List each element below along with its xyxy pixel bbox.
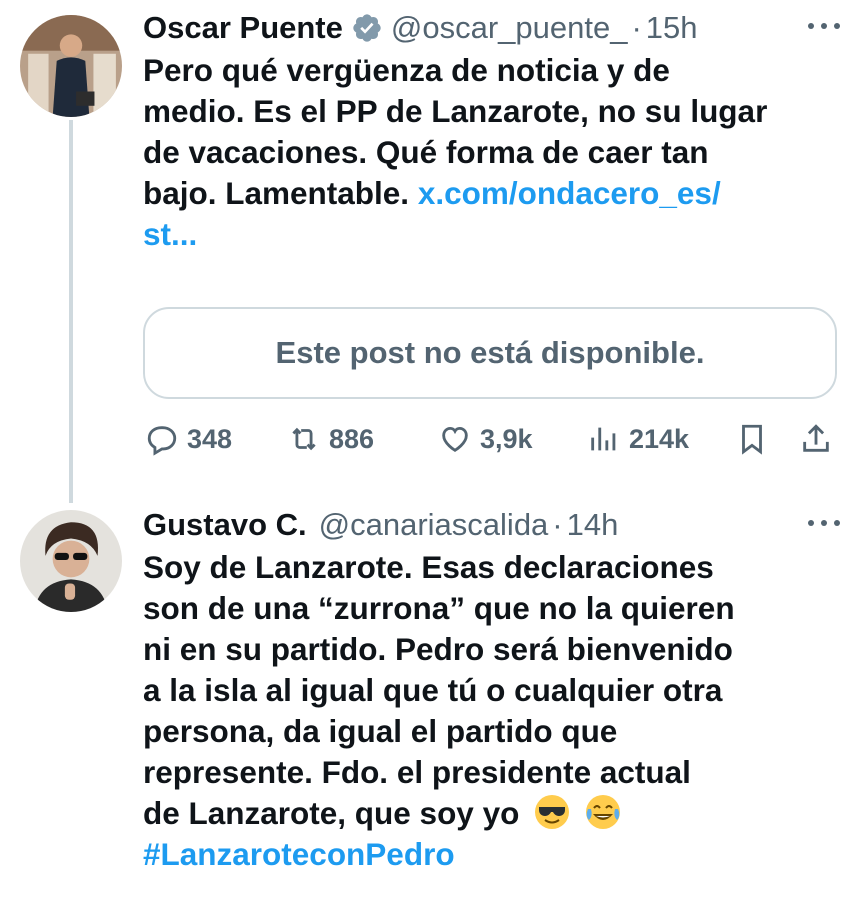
tweet-text-line: de vacaciones. Qué forma de caer tan: [143, 134, 709, 170]
timestamp[interactable]: 14h: [567, 505, 619, 545]
tweet-header: Gustavo C. @canariascalida · 14h: [143, 505, 842, 545]
share-icon: [803, 424, 829, 452]
avatar[interactable]: [20, 15, 122, 117]
tweet-text-line: medio. Es el PP de Lanzarote, no su luga…: [143, 93, 768, 129]
tweet-link[interactable]: x.com/ondacero_es/: [418, 175, 721, 211]
like-count: 3,9k: [480, 423, 533, 454]
tweet-text-line: Pero qué vergüenza de noticia y de: [143, 52, 670, 88]
hashtag-link[interactable]: #LanzaroteconPedro: [143, 834, 842, 875]
views-button[interactable]: 214k: [587, 422, 689, 456]
views-icon: [591, 427, 616, 451]
tweet-oscar-puente[interactable]: Oscar Puente @oscar_puente_ · 15h Pero q…: [143, 8, 842, 478]
author-handle[interactable]: @oscar_puente_: [391, 8, 628, 48]
face-with-tears-of-joy-icon: [585, 794, 621, 830]
bookmark-icon: [742, 424, 762, 455]
tweet-text-line: son de una “zurrona” que no la quieren: [143, 590, 735, 626]
tweet-actions: 348 886 3,9k 214k: [143, 422, 842, 462]
reply-icon: [147, 426, 177, 456]
avatar[interactable]: [20, 510, 122, 612]
tweet-text-line: a la isla al igual que tú o cualquier ot…: [143, 672, 723, 708]
tweet-text-line: persona, da igual el partido que: [143, 713, 618, 749]
thread-connector-line: [69, 120, 73, 503]
separator-dot: ·: [552, 507, 563, 542]
author-handle[interactable]: @canariascalida: [319, 505, 549, 545]
tweet-text-line: ni en su partido. Pedro será bienvenido: [143, 631, 733, 667]
timestamp[interactable]: 15h: [646, 8, 698, 48]
tweet-text: Pero qué vergüenza de noticia y de medio…: [143, 50, 842, 255]
bookmark-button[interactable]: [735, 422, 777, 456]
tweet-header: Oscar Puente @oscar_puente_ · 15h: [143, 8, 842, 48]
smiling-face-with-sunglasses-icon: [534, 794, 570, 830]
more-options-icon[interactable]: [806, 18, 842, 36]
like-button[interactable]: 3,9k: [438, 422, 533, 456]
repost-button[interactable]: 886: [287, 422, 374, 456]
tweet-text-line: bajo. Lamentable. x.com/ondacero_es/: [143, 173, 842, 214]
quote-unavailable-text: Este post no está disponible.: [275, 335, 705, 370]
tweet-text-fragment: de Lanzarote, que soy yo: [143, 795, 520, 831]
tweet-text-line: represente. Fdo. el presidente actual: [143, 754, 691, 790]
verified-badge-icon: [351, 12, 383, 44]
tweet-text-line: de Lanzarote, que soy yo: [143, 793, 842, 834]
tweet-text-line: Soy de Lanzarote. Esas declaraciones: [143, 549, 714, 585]
share-button[interactable]: [799, 422, 841, 456]
author-name[interactable]: Gustavo C.: [143, 505, 307, 545]
more-options-icon[interactable]: [806, 515, 842, 533]
reply-count: 348: [187, 423, 233, 454]
author-name[interactable]: Oscar Puente: [143, 8, 343, 48]
repost-count: 886: [329, 423, 375, 454]
tweet-text: Soy de Lanzarote. Esas declaraciones son…: [143, 547, 842, 875]
tweet-text-fragment: bajo. Lamentable.: [143, 175, 418, 211]
tweet-gustavo-c[interactable]: Gustavo C. @canariascalida · 14h Soy de …: [143, 505, 842, 901]
quoted-post-unavailable: Este post no está disponible.: [143, 307, 837, 399]
reply-button[interactable]: 348: [145, 422, 232, 456]
tweet-link-continuation[interactable]: st...: [143, 214, 842, 255]
views-count: 214k: [629, 423, 690, 454]
heart-icon: [442, 426, 468, 452]
separator-dot: ·: [631, 10, 642, 45]
repost-icon: [292, 427, 316, 451]
